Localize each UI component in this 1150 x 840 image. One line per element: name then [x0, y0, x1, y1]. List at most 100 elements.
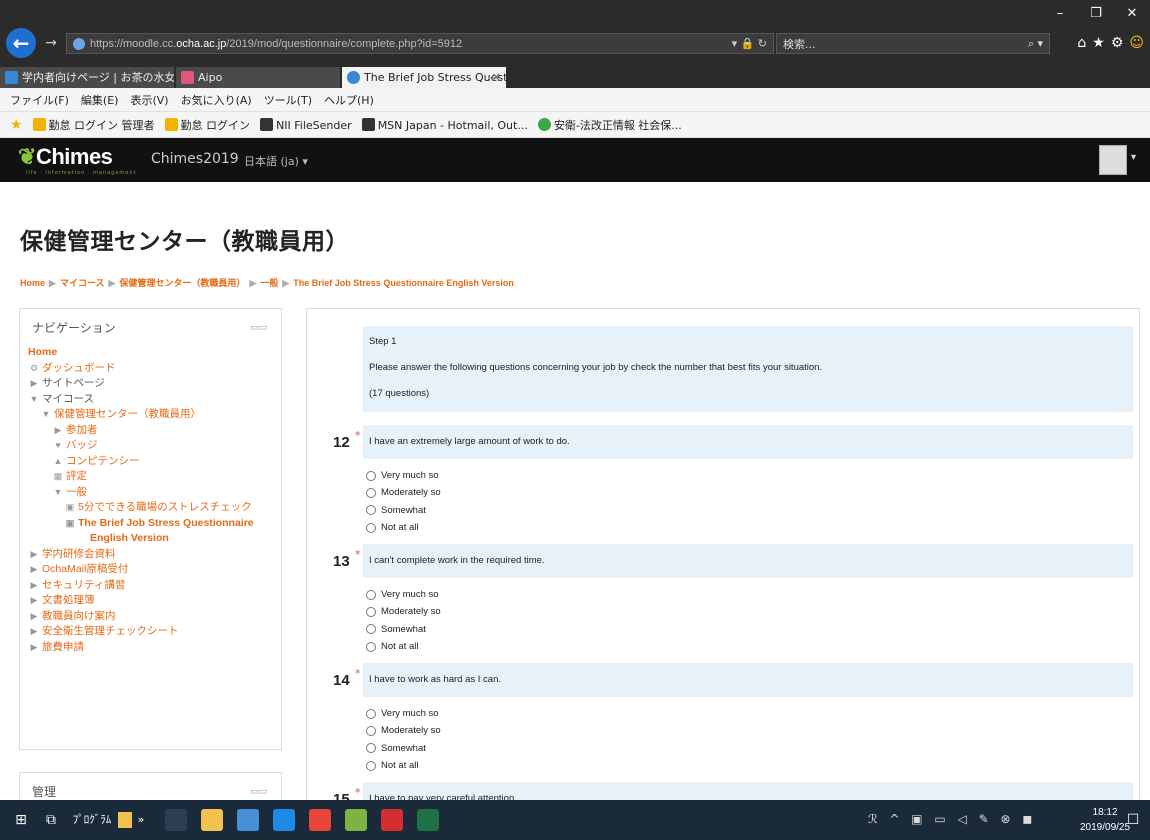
nav-item[interactable]: ♥ バッジ — [28, 438, 278, 454]
menu-file[interactable]: ファイル(F) — [10, 92, 69, 108]
explorer-app-icon[interactable] — [201, 809, 223, 831]
favorites-star-icon[interactable]: ★ — [1092, 33, 1105, 54]
back-arrow-icon[interactable]: ← — [6, 28, 36, 58]
nav-item[interactable]: ▶ OchaMail原稿受付 — [28, 562, 278, 578]
radio-option[interactable]: Moderately so — [366, 484, 441, 501]
tab-aipo[interactable]: Aipo — [176, 67, 340, 88]
favorite-link[interactable]: 勤怠 ログイン — [164, 117, 250, 133]
menu-help[interactable]: ヘルプ(H) — [324, 92, 374, 108]
radio-option[interactable]: Moderately so — [366, 603, 441, 620]
favorite-link[interactable]: 勤怠 ログイン 管理者 — [32, 117, 155, 133]
radio-button[interactable] — [366, 470, 376, 481]
nav-item[interactable]: English Version — [28, 531, 278, 547]
radio-button[interactable] — [366, 606, 376, 617]
notification-icon[interactable]: ☐ — [1122, 808, 1144, 832]
site-logo[interactable]: ❦Chimes — [18, 144, 113, 170]
radio-button[interactable] — [366, 743, 376, 754]
favorite-link[interactable]: MSN Japan - Hotmail, Out... — [361, 117, 528, 132]
nav-item[interactable]: ▶ 教職員向け案内 — [28, 609, 278, 625]
search-icon[interactable]: ⌕ ▾ — [1028, 37, 1043, 51]
search-input[interactable]: 検索... ⌕ ▾ — [776, 33, 1050, 54]
radio-button[interactable] — [366, 725, 376, 736]
minimize-button[interactable]: – — [1042, 0, 1078, 28]
breadcrumb-activity[interactable]: The Brief Job Stress Questionnaire Engli… — [293, 278, 514, 288]
radio-button[interactable] — [366, 624, 376, 635]
nav-item[interactable]: ▼ 保健管理センター（教職員用） — [28, 407, 278, 423]
radio-option[interactable]: Very much so — [366, 586, 441, 603]
block-controls-icon[interactable]: ▭▭ — [250, 787, 267, 797]
breadcrumb-home[interactable]: Home — [20, 278, 45, 288]
nav-item[interactable]: ▶ 文書処理簿 — [28, 593, 278, 609]
breadcrumb-mycourses[interactable]: マイコース — [60, 278, 105, 288]
nav-item[interactable]: ▶ 学内研修会資料 — [28, 547, 278, 563]
radio-button[interactable] — [366, 522, 376, 533]
task-view-icon[interactable]: ⧉ — [40, 808, 62, 832]
nav-item[interactable]: Home — [28, 345, 278, 361]
radio-option[interactable]: Not at all — [366, 638, 441, 655]
radio-option[interactable]: Very much so — [366, 705, 441, 722]
radio-option[interactable]: Very much so — [366, 467, 441, 484]
nav-item[interactable]: ⚙ ダッシュボード — [28, 361, 278, 377]
nav-item[interactable]: ▼ 一般 — [28, 485, 278, 501]
tab-questionnaire[interactable]: The Brief Job Stress Questio... ✕ — [342, 67, 506, 88]
security-app-icon[interactable] — [237, 809, 259, 831]
radio-option[interactable]: Not at all — [366, 757, 441, 774]
settings-gear-icon[interactable]: ⚙ — [1111, 33, 1124, 54]
radio-option[interactable]: Not at all — [366, 519, 441, 536]
nav-item[interactable]: ▶ サイトページ — [28, 376, 278, 392]
nav-item[interactable]: ▣ The Brief Job Stress Questionnaire — [28, 516, 278, 532]
nav-item[interactable]: ▣ 5分でできる職場のストレスチェック — [28, 500, 278, 516]
site-name[interactable]: Chimes2019 — [151, 151, 239, 167]
nav-item[interactable]: ▼ マイコース — [28, 392, 278, 408]
tab-gakunai[interactable]: 学内者向けページ | お茶の水女子... — [0, 67, 174, 88]
home-icon[interactable]: ⌂ — [1077, 33, 1086, 54]
close-tab-icon[interactable]: ✕ — [492, 67, 501, 88]
favorite-link[interactable]: NII FileSender — [260, 117, 352, 132]
radio-button[interactable] — [366, 589, 376, 600]
radio-button[interactable] — [366, 708, 376, 719]
avatar[interactable] — [1099, 145, 1127, 175]
radio-option[interactable]: Somewhat — [366, 502, 441, 519]
language-menu[interactable]: 日本語 (ja) ▾ — [244, 153, 308, 169]
url-text[interactable]: https://moodle.cc.ocha.ac.jp/2019/mod/qu… — [90, 38, 732, 50]
favorite-link[interactable]: 安衛-法改正情報 社会保... — [537, 117, 682, 133]
acrobat-app-icon[interactable] — [381, 809, 403, 831]
toolbar-overflow-chevron-icon[interactable]: » — [134, 808, 148, 832]
radio-option[interactable]: Somewhat — [366, 740, 441, 757]
cmd-app-icon[interactable] — [165, 809, 187, 831]
forward-arrow-icon[interactable]: → — [41, 32, 61, 54]
breadcrumb-section[interactable]: 一般 — [260, 278, 278, 288]
radio-button[interactable] — [366, 641, 376, 652]
ie-app-icon[interactable] — [273, 809, 295, 831]
block-controls-icon[interactable]: ▭▭ — [250, 323, 267, 333]
excel-app-icon[interactable] — [417, 809, 439, 831]
system-tray-icons[interactable]: ℛ ^ ▣ ▭ ◁ ✎ ⊗ ◼ — [868, 812, 1036, 826]
start-windows-icon[interactable]: ⊞ — [10, 808, 32, 832]
radio-option[interactable]: Moderately so — [366, 722, 441, 739]
radio-button[interactable] — [366, 760, 376, 771]
maximize-button[interactable]: ❐ — [1078, 0, 1114, 28]
breadcrumb-course[interactable]: 保健管理センター（教職員用） — [119, 278, 245, 288]
nav-item[interactable]: ▦ 評定 — [28, 469, 278, 485]
menu-edit[interactable]: 編集(E) — [81, 92, 119, 108]
user-menu-caret-icon[interactable]: ▾ — [1131, 152, 1136, 163]
network-app-icon[interactable] — [345, 809, 367, 831]
menu-favorites[interactable]: お気に入り(A) — [181, 92, 252, 108]
favorites-star-icon[interactable]: ★ — [10, 117, 23, 133]
nav-item[interactable]: ▶ セキュリティ講習 — [28, 578, 278, 594]
feedback-smiley-icon[interactable]: ☺ — [1129, 33, 1144, 54]
nav-item[interactable]: ▶ 安全衛生管理チェックシート — [28, 624, 278, 640]
nav-item[interactable]: ▶ 旅費申請 — [28, 640, 278, 656]
programs-toolbar[interactable]: ﾌﾟﾛｸﾞﾗﾑ — [68, 808, 116, 832]
chrome-app-icon[interactable] — [309, 809, 331, 831]
nav-item[interactable]: ▶ 参加者 — [28, 423, 278, 439]
nav-item[interactable]: ▲ コンピテンシー — [28, 454, 278, 470]
radio-button[interactable] — [366, 487, 376, 498]
menu-tools[interactable]: ツール(T) — [264, 92, 312, 108]
address-actions-icon[interactable]: ▾ 🔒 ↻ — [732, 37, 767, 50]
address-bar[interactable]: https://moodle.cc.ocha.ac.jp/2019/mod/qu… — [66, 33, 774, 54]
menu-view[interactable]: 表示(V) — [130, 92, 168, 108]
close-window-button[interactable]: ✕ — [1114, 0, 1150, 28]
radio-option[interactable]: Somewhat — [366, 621, 441, 638]
radio-button[interactable] — [366, 505, 376, 516]
